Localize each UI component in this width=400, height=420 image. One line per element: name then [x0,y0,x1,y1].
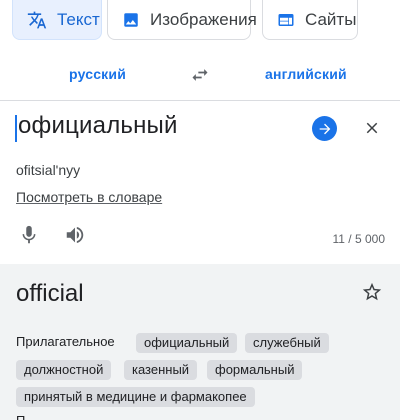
translate-icon [27,10,47,30]
source-text-input[interactable]: официальный [18,112,178,140]
synonym-chip[interactable]: формальный [207,360,303,380]
synonym-chip[interactable]: принятый в медицине и фармакопее [16,387,255,407]
mode-tabs: Текст Изображения Сайты [0,0,400,46]
tab-images[interactable]: Изображения [107,0,257,40]
dictionary-link[interactable]: Посмотреть в словаре [16,189,162,205]
synonym-chip[interactable]: должностной [16,360,112,380]
clear-button[interactable] [362,118,382,138]
translate-go-button[interactable] [312,116,337,141]
tab-sites[interactable]: Сайты [262,0,358,40]
text-caret [15,115,17,142]
tab-images-label: Изображения [150,9,257,29]
transliteration: ofitsial'nyy [16,162,81,178]
synonym-chip[interactable]: казенный [124,360,198,380]
character-count: 11 / 5 000 [332,232,386,246]
translation-text: official [16,280,84,307]
website-icon [277,11,295,29]
language-row: русский английский [0,54,400,96]
source-language-button[interactable]: русский [69,66,126,82]
translation-panel: official Прилагательное официальный служ… [0,264,400,420]
tab-text-label: Текст [57,9,100,29]
swap-arrows-icon[interactable] [188,63,212,87]
tab-text[interactable]: Текст [12,0,102,40]
close-icon [366,122,378,134]
synonym-chip[interactable]: служебный [245,333,329,353]
image-icon [122,11,140,29]
tab-sites-label: Сайты [305,9,357,29]
target-language-button[interactable]: английский [265,66,347,82]
next-section-heading: П [16,414,30,420]
star-icon[interactable] [361,281,383,303]
synonym-chip[interactable]: официальный [136,333,238,353]
arrow-right-icon [319,123,330,134]
microphone-icon[interactable] [18,224,40,246]
part-of-speech-label: Прилагательное [16,334,115,349]
speaker-icon[interactable] [64,224,88,246]
